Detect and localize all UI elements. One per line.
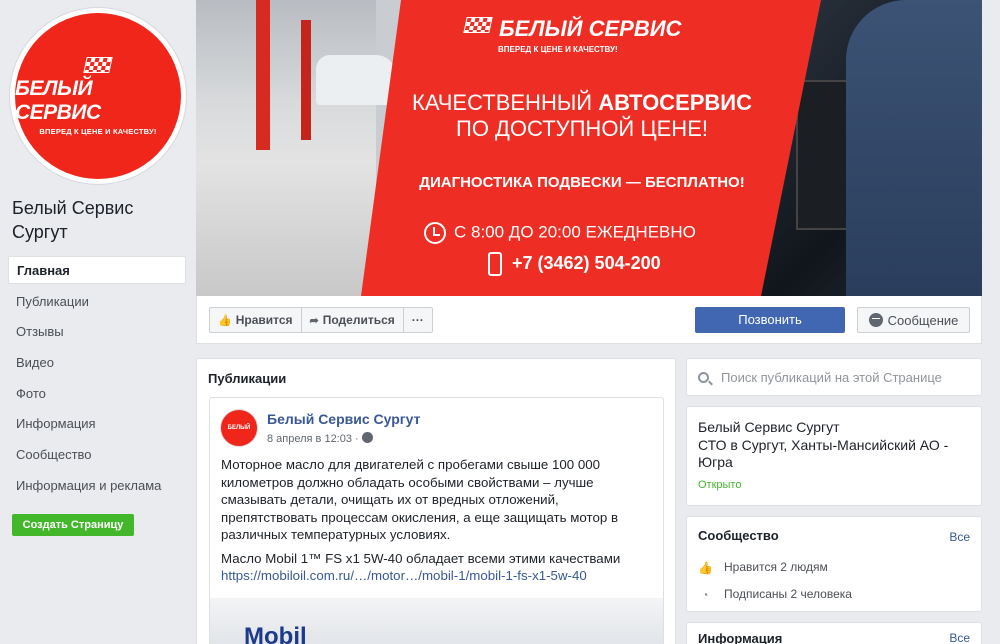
search-input[interactable]	[721, 369, 961, 385]
more-options-button[interactable]: ···	[404, 308, 432, 332]
page-action-bar: 👍 Нравится ➦ Поделиться ··· Позвонить Сооб…	[196, 296, 982, 344]
nav-item-posts[interactable]: Публикации	[8, 287, 186, 318]
like-button[interactable]: 👍 Нравится	[210, 308, 302, 332]
mobil-logo: Mobil	[244, 623, 307, 644]
create-page-button[interactable]: Создать Страницу	[12, 514, 134, 536]
page-nav: Главная Публикации Отзывы Видео Фото Инф…	[8, 256, 186, 502]
cover-headline-part1: КАЧЕСТВЕННЫЙ	[412, 90, 599, 115]
nav-item-community[interactable]: Сообщество	[8, 440, 186, 471]
info-title: Информация	[698, 631, 783, 644]
page-profile-picture[interactable]: БЕЛЫЙ СЕРВИС ВПЕРЕД К ЦЕНЕ И КАЧЕСТВУ!	[10, 8, 186, 184]
post-author-link[interactable]: Белый Сервис Сургут	[267, 411, 420, 427]
nav-item-photos[interactable]: Фото	[8, 379, 186, 410]
thumbs-up-icon: 👍	[218, 314, 232, 327]
cover-mechanic	[846, 0, 982, 296]
about-page-name: Белый Сервис Сургут	[698, 419, 840, 435]
community-likes-row[interactable]: 👍 Нравится 2 людям	[698, 560, 828, 575]
about-card: Белый Сервис Сургут СТО в Сургут, Ханты-…	[686, 406, 982, 506]
nav-item-home[interactable]: Главная	[8, 256, 186, 284]
cover-lift	[301, 20, 311, 140]
cover-phone-text: +7 (3462) 504-200	[512, 252, 661, 273]
rss-icon: ◔	[701, 588, 709, 602]
nav-item-reviews[interactable]: Отзывы	[8, 317, 186, 348]
logo: БЕЛЫЙ СЕРВИС ВПЕРЕД К ЦЕНЕ И КАЧЕСТВУ!	[15, 13, 181, 179]
cover-garage-background	[196, 0, 376, 296]
post-paragraph: Масло Mobil 1™ FS x1 5W-40 обладает всем…	[221, 550, 621, 566]
nav-item-videos[interactable]: Видео	[8, 348, 186, 379]
nav-item-about[interactable]: Информация	[8, 409, 186, 440]
posts-section-title: Публикации	[208, 371, 287, 386]
community-card: Сообщество Все 👍 Нравится 2 людям ◔ Подпис…	[686, 516, 982, 612]
clock-icon	[424, 222, 446, 244]
post-link-preview-image[interactable]: Mobil	[210, 598, 663, 644]
cover-photo[interactable]: БЕЛЫЙ СЕРВИС ВПЕРЕД К ЦЕНЕ И КАЧЕСТВУ! К…	[196, 0, 982, 296]
cover-lift	[256, 0, 270, 150]
post-timestamp[interactable]: 8 апреля в 12:03 ·	[267, 432, 373, 445]
post-body: Моторное масло для двигателей с пробегам…	[221, 456, 621, 585]
globe-icon	[361, 432, 373, 443]
cover-subheadline: ДИАГНОСТИКА ПОДВЕСКИ — БЕСПЛАТНО!	[419, 174, 745, 191]
share-label: Поделиться	[322, 313, 395, 327]
call-button[interactable]: Позвонить	[695, 307, 845, 333]
action-button-group: 👍 Нравится ➦ Поделиться ···	[209, 307, 433, 333]
cover-logo-brand: БЕЛЫЙ СЕРВИС	[499, 16, 682, 41]
like-label: Нравится	[235, 313, 293, 327]
cover-logo-slogan: ВПЕРЕД К ЦЕНЕ И КАЧЕСТВУ!	[498, 45, 618, 54]
post-link[interactable]: https://mobiloil.com.ru/…/motor…/mobil-1…	[221, 567, 621, 585]
cover-phone: +7 (3462) 504-200	[488, 252, 661, 276]
post-card: БЕЛЫЙ СЕРВИС Белый Сервис Сургут 8 апрел…	[209, 397, 664, 644]
messenger-icon	[868, 313, 883, 327]
likes-count-text: Нравится 2 людям	[724, 560, 828, 574]
cover-logo: БЕЛЫЙ СЕРВИС ВПЕРЕД К ЦЕНЕ И КАЧЕСТВУ!	[458, 16, 688, 54]
checkered-flag-icon	[83, 56, 113, 73]
nav-item-ad-info[interactable]: Информация и реклама	[8, 471, 186, 502]
community-see-all-link[interactable]: Все	[949, 530, 970, 544]
follows-count-text: Подписаны 2 человека	[724, 587, 852, 601]
checkered-flag-icon	[462, 17, 493, 34]
share-arrow-icon: ➦	[309, 314, 319, 327]
about-category[interactable]: СТО в Сургут, Ханты-Мансийский АО - Югра	[698, 437, 968, 471]
post-paragraph: Моторное масло для двигателей с пробегам…	[221, 457, 619, 542]
cover-hours-text: С 8:00 ДО 20:00 ЕЖЕДНЕВНО	[454, 222, 696, 242]
cover-headline-line2: ПО ДОСТУПНОЙ ЦЕНЕ!	[456, 116, 708, 141]
logo-brand-text: БЕЛЫЙ СЕРВИС	[15, 76, 101, 124]
search-icon	[698, 371, 709, 383]
cover-headline-bold: АВТОСЕРВИС	[598, 90, 752, 115]
cover-hours: С 8:00 ДО 20:00 ЕЖЕДНЕВНО	[424, 222, 696, 244]
community-follows-row[interactable]: ◔ Подписаны 2 человека	[698, 587, 852, 602]
posts-section: Публикации БЕЛЫЙ СЕРВИС Белый Сервис Сур…	[196, 358, 676, 644]
share-button[interactable]: ➦ Поделиться	[302, 308, 404, 332]
message-label: Сообщение	[887, 312, 959, 328]
info-see-all-link[interactable]: Все	[949, 631, 970, 644]
community-title: Сообщество	[698, 528, 779, 543]
thumbs-up-icon: 👍	[698, 561, 713, 575]
message-button[interactable]: Сообщение	[857, 307, 970, 333]
page-post-search	[686, 358, 982, 396]
info-card: Информация Все	[686, 622, 982, 644]
post-date-text[interactable]: 8 апреля в 12:03 ·	[267, 433, 359, 445]
more-icon: ···	[411, 313, 424, 327]
open-status: Открыто	[698, 479, 742, 491]
page-title[interactable]: Белый Сервис Сургут	[12, 196, 182, 244]
cover-headline: КАЧЕСТВЕННЫЙ АВТОСЕРВИС ПО ДОСТУПНОЙ ЦЕНЕ…	[382, 90, 782, 142]
logo-slogan-text: ВПЕРЕД К ЦЕНЕ И КАЧЕСТВУ!	[39, 126, 157, 136]
phone-icon	[488, 252, 502, 276]
post-author-avatar[interactable]: БЕЛЫЙ СЕРВИС	[220, 409, 258, 467]
